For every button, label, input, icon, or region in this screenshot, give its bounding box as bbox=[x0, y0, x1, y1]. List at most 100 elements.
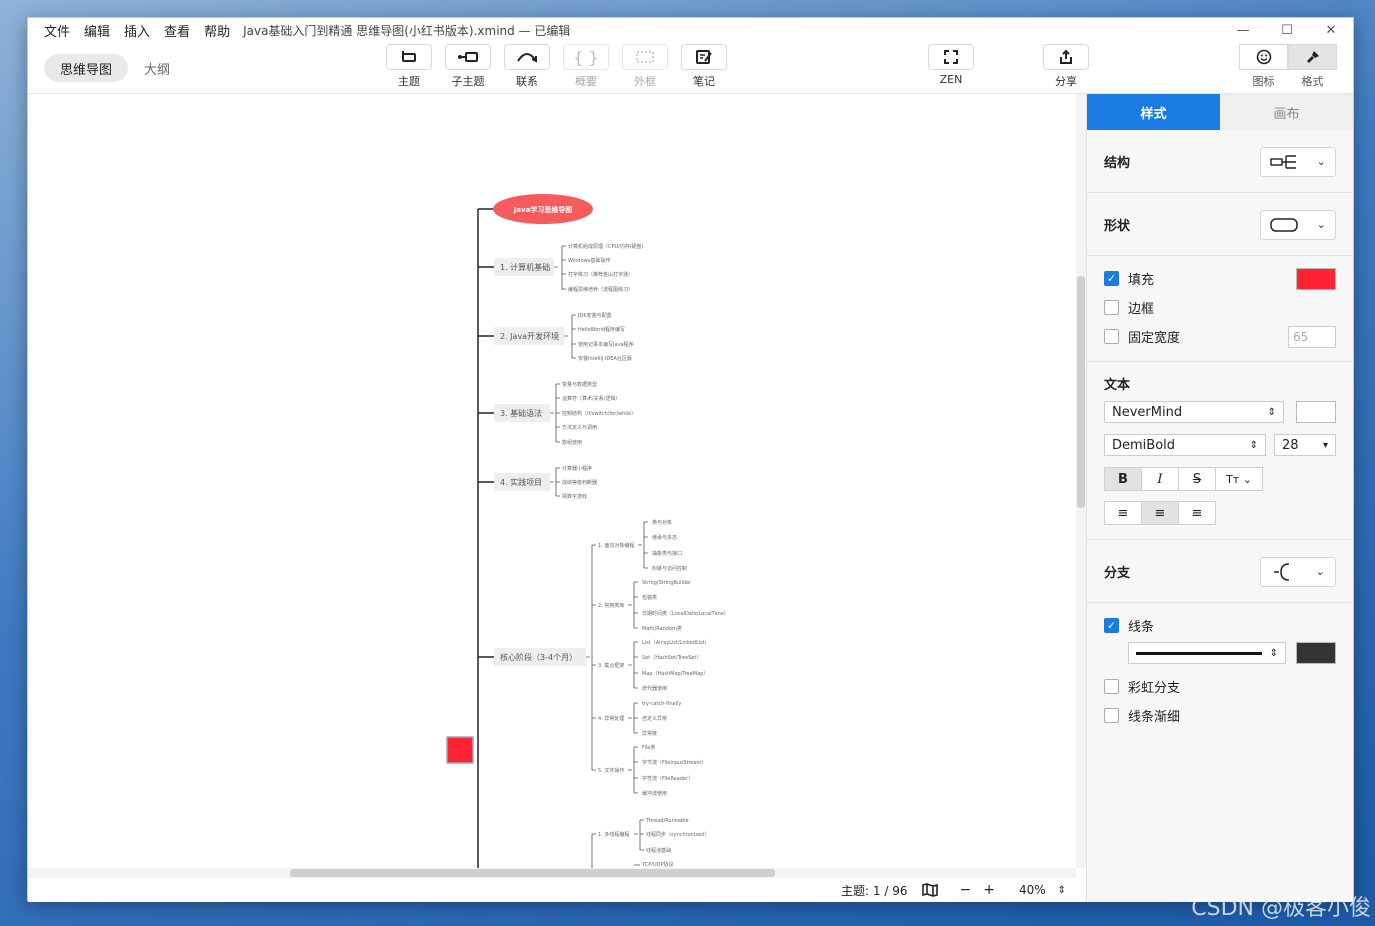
leaf-topic[interactable]: HelloWorld程序编写 bbox=[578, 326, 625, 333]
leaf-topic[interactable]: try-catch-finally bbox=[642, 701, 681, 707]
leaf-topic[interactable]: 自定义异常 bbox=[642, 715, 667, 722]
leaf-topic[interactable]: 数组使用 bbox=[562, 439, 582, 446]
line-checkbox[interactable]: ✓ bbox=[1104, 618, 1119, 633]
leaf-topic[interactable]: 使用记事本编写Java程序 bbox=[578, 341, 634, 348]
sub-topic[interactable]: 5. 文件操作 bbox=[598, 767, 624, 774]
mindmap-view-button[interactable]: 思维导图 bbox=[44, 54, 129, 82]
shape-dropdown[interactable]: ⌄ bbox=[1260, 209, 1336, 240]
leaf-topic[interactable]: 异常链 bbox=[642, 730, 657, 737]
align-right-icon[interactable]: ≡ bbox=[1178, 501, 1216, 525]
leaf-topic[interactable]: 打字练习（推荐金山打字通） bbox=[568, 271, 633, 278]
leaf-topic[interactable]: JDK安装与配置 bbox=[577, 312, 612, 319]
structure-dropdown[interactable]: ⌄ bbox=[1260, 146, 1336, 177]
leaf-topic[interactable]: 继承与多态 bbox=[652, 534, 677, 541]
horizontal-scroll-thumb[interactable] bbox=[290, 869, 775, 877]
summary-tool[interactable]: { } 概要 bbox=[563, 44, 609, 89]
mindmap-canvas[interactable]: Java学习思维导图 1. 计算机基础 计算机组成原理（CPU/内存/硬盘） W… bbox=[28, 94, 1086, 878]
sub-topic[interactable]: 2. 常用类库 bbox=[598, 602, 624, 609]
leaf-topic[interactable]: 字符流（FileReader） bbox=[642, 775, 693, 782]
map-icon[interactable] bbox=[921, 882, 939, 898]
text-case-button[interactable]: Tт ⌄ bbox=[1215, 467, 1263, 491]
leaf-topic[interactable]: 方法定义与调用 bbox=[562, 424, 597, 431]
zoom-level[interactable]: 40% bbox=[1019, 883, 1046, 897]
sub-topic[interactable]: 3. 集合框架 bbox=[598, 662, 624, 669]
leaf-topic[interactable]: Windows基础操作 bbox=[568, 257, 610, 264]
zoom-in-button[interactable]: + bbox=[983, 882, 995, 898]
close-button[interactable]: ✕ bbox=[1309, 18, 1353, 42]
branch-style-dropdown[interactable]: ⌄ bbox=[1260, 556, 1336, 587]
selected-topic[interactable] bbox=[446, 736, 474, 764]
icon-panel-toggle[interactable]: 图标 bbox=[1239, 44, 1288, 89]
line-style-select[interactable]: ⇕ bbox=[1128, 642, 1286, 664]
italic-button[interactable]: I bbox=[1141, 467, 1179, 491]
taper-line-checkbox[interactable] bbox=[1104, 708, 1119, 723]
tab-canvas[interactable]: 画布 bbox=[1220, 94, 1353, 130]
leaf-topic[interactable]: 封装与访问控制 bbox=[652, 565, 687, 572]
tab-style[interactable]: 样式 bbox=[1087, 94, 1220, 130]
line-color-swatch[interactable] bbox=[1296, 642, 1336, 664]
zoom-stepper-icon[interactable]: ⇕ bbox=[1058, 885, 1066, 896]
fill-checkbox[interactable]: ✓ bbox=[1104, 271, 1119, 286]
outline-view-button[interactable]: 大纲 bbox=[128, 54, 186, 82]
align-center-icon[interactable]: ≡ bbox=[1141, 501, 1179, 525]
leaf-topic[interactable]: 计算器小程序 bbox=[562, 465, 592, 472]
boundary-tool[interactable]: 外框 bbox=[622, 44, 668, 89]
leaf-topic[interactable]: 成绩等级判断器 bbox=[562, 479, 597, 486]
sub-topic[interactable]: 4. 异常处理 bbox=[598, 715, 624, 722]
rainbow-branch-checkbox[interactable] bbox=[1104, 679, 1119, 694]
leaf-topic[interactable]: 迭代器使用 bbox=[642, 685, 667, 692]
font-weight-select[interactable]: DemiBold ⇕ bbox=[1104, 434, 1266, 456]
sub-topic[interactable]: 1. 多线程编程 bbox=[598, 831, 629, 838]
leaf-topic[interactable]: 缓冲流使用 bbox=[642, 790, 667, 797]
vertical-scrollbar[interactable] bbox=[1076, 94, 1086, 868]
menu-insert[interactable]: 插入 bbox=[117, 21, 157, 40]
leaf-topic[interactable]: 抽象类与接口 bbox=[652, 550, 682, 557]
minimize-button[interactable]: — bbox=[1221, 18, 1265, 42]
leaf-topic[interactable]: List（ArrayList/LinkedList） bbox=[642, 640, 710, 646]
relation-tool[interactable]: 联系 bbox=[504, 44, 550, 89]
align-left-icon[interactable]: ≡ bbox=[1104, 501, 1142, 525]
strikethrough-button[interactable]: S bbox=[1178, 467, 1216, 491]
leaf-topic[interactable]: 计算机组成原理（CPU/内存/硬盘） bbox=[568, 243, 647, 250]
vertical-scroll-thumb[interactable] bbox=[1077, 276, 1085, 508]
leaf-topic[interactable]: 字节流（FileInputStream） bbox=[642, 759, 706, 766]
leaf-topic[interactable]: Thread/Runnable bbox=[645, 818, 689, 824]
maximize-button[interactable]: ☐ bbox=[1265, 18, 1309, 42]
menu-edit[interactable]: 编辑 bbox=[77, 21, 117, 40]
bold-button[interactable]: B bbox=[1104, 467, 1142, 491]
horizontal-scrollbar[interactable] bbox=[28, 868, 1076, 878]
topic-tool[interactable]: 主题 bbox=[386, 44, 432, 89]
leaf-topic[interactable]: 线程池基础 bbox=[646, 847, 671, 854]
fill-color-swatch[interactable] bbox=[1296, 267, 1336, 290]
leaf-topic[interactable]: Math/Random类 bbox=[642, 625, 682, 632]
leaf-topic[interactable]: TCP/UDP协议 bbox=[641, 861, 673, 868]
menu-help[interactable]: 帮助 bbox=[197, 21, 237, 40]
leaf-topic[interactable]: 编程思维培养（流程图练习） bbox=[568, 286, 633, 293]
format-panel-toggle[interactable]: 格式 bbox=[1288, 44, 1337, 89]
menu-view[interactable]: 查看 bbox=[157, 21, 197, 40]
sub-topic[interactable]: 1. 面向对象编程 bbox=[598, 542, 634, 549]
leaf-topic[interactable]: Map（HashMap/TreeMap） bbox=[642, 671, 708, 677]
text-color-swatch[interactable] bbox=[1296, 401, 1336, 423]
leaf-topic[interactable]: 变量与数据类型 bbox=[562, 381, 597, 388]
share-tool[interactable]: 分享 bbox=[1043, 44, 1089, 89]
leaf-topic[interactable]: Set（HashSet/TreeSet） bbox=[642, 655, 701, 661]
note-tool[interactable]: 笔记 bbox=[681, 44, 727, 89]
leaf-topic[interactable]: 控制结构（if/switch/for/while） bbox=[562, 410, 636, 417]
leaf-topic[interactable]: File类 bbox=[642, 744, 655, 751]
fixed-width-checkbox[interactable] bbox=[1104, 329, 1119, 344]
leaf-topic[interactable]: String/StringBuilder bbox=[642, 580, 692, 586]
font-family-select[interactable]: NeverMind ⇕ bbox=[1104, 401, 1284, 423]
border-checkbox[interactable] bbox=[1104, 300, 1119, 315]
leaf-topic[interactable]: 类与对象 bbox=[652, 519, 672, 526]
zoom-out-button[interactable]: − bbox=[959, 882, 971, 898]
leaf-topic[interactable]: 运算符（算术/关系/逻辑） bbox=[562, 395, 620, 402]
leaf-topic[interactable]: 安装IntelliJ IDEA社区版 bbox=[578, 355, 632, 362]
font-size-select[interactable]: 28 ▾ bbox=[1274, 434, 1336, 456]
fixed-width-input[interactable]: 65 bbox=[1288, 325, 1336, 348]
leaf-topic[interactable]: 猜数字游戏 bbox=[562, 493, 587, 500]
zen-tool[interactable]: ZEN bbox=[928, 44, 974, 86]
leaf-topic[interactable]: 线程同步（synchronized） bbox=[646, 831, 709, 838]
leaf-topic[interactable]: 日期时间类（LocalDate/LocalTime） bbox=[642, 610, 729, 617]
subtopic-tool[interactable]: 子主题 bbox=[445, 44, 491, 89]
